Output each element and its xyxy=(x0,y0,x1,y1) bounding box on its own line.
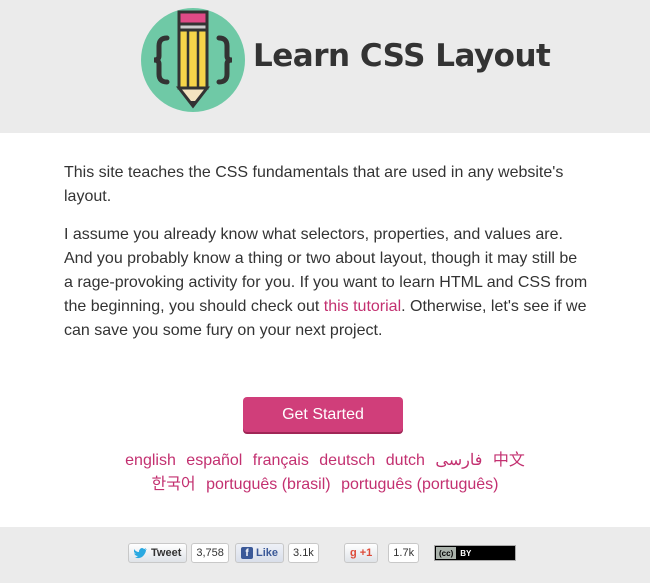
gplus-count: 1.7k xyxy=(388,543,420,563)
main-content: This site teaches the CSS fundamentals t… xyxy=(0,133,650,527)
lang-portugues-portugues[interactable]: português (português) xyxy=(341,476,498,493)
intro-paragraph-2: I assume you already know what selectors… xyxy=(64,223,588,343)
like-count: 3.1k xyxy=(288,543,319,563)
tweet-label: Tweet xyxy=(151,547,182,559)
lang-farsi[interactable]: فارسی xyxy=(435,452,482,469)
intro-paragraph-1: This site teaches the CSS fundamentals t… xyxy=(64,164,564,205)
language-row-1: english español français deutsch dutch ف… xyxy=(0,449,650,473)
twitter-bird-icon xyxy=(134,548,147,559)
tweet-widget: Tweet 3,758 xyxy=(128,543,229,563)
pencil-braces-icon[interactable] xyxy=(141,8,245,112)
tweet-button[interactable]: Tweet xyxy=(128,543,188,563)
lang-english[interactable]: english xyxy=(125,452,176,469)
tweet-count: 3,758 xyxy=(191,543,229,563)
lang-portugues-brasil[interactable]: português (brasil) xyxy=(206,476,331,493)
lang-deutsch[interactable]: deutsch xyxy=(319,452,375,469)
language-row-2: 한국어 português (brasil) português (portug… xyxy=(0,473,650,497)
lang-dutch[interactable]: dutch xyxy=(386,452,425,469)
site-title: Learn CSS Layout xyxy=(253,38,551,74)
cc-by-label: BY xyxy=(460,548,472,558)
google-plus-icon: g xyxy=(350,547,357,559)
lang-espanol[interactable]: español xyxy=(186,452,242,469)
lang-francais[interactable]: français xyxy=(253,452,309,469)
lang-chinese[interactable]: 中文 xyxy=(493,452,525,469)
google-plus-button[interactable]: g +1 xyxy=(344,543,379,563)
site-header: Learn CSS Layout xyxy=(0,0,650,133)
facebook-like-widget: f Like 3.1k xyxy=(235,543,319,563)
cc-icon: (cc) xyxy=(436,547,457,559)
lang-korean[interactable]: 한국어 xyxy=(151,476,195,493)
gplus-label: +1 xyxy=(359,547,373,559)
creative-commons-badge[interactable]: (cc) BY xyxy=(434,545,516,561)
facebook-like-button[interactable]: f Like xyxy=(235,543,285,563)
get-started-button[interactable]: Get Started xyxy=(243,397,403,432)
intro-text: This site teaches the CSS fundamentals t… xyxy=(64,161,588,357)
google-plus-widget: g +1 1.7k xyxy=(344,543,420,563)
like-label: Like xyxy=(256,547,279,559)
site-footer: Tweet 3,758 f Like 3.1k g +1 1.7k (cc) B… xyxy=(0,527,650,583)
language-links: english español français deutsch dutch ف… xyxy=(0,449,650,497)
tutorial-link[interactable]: this tutorial xyxy=(324,298,401,315)
facebook-icon: f xyxy=(241,547,253,559)
